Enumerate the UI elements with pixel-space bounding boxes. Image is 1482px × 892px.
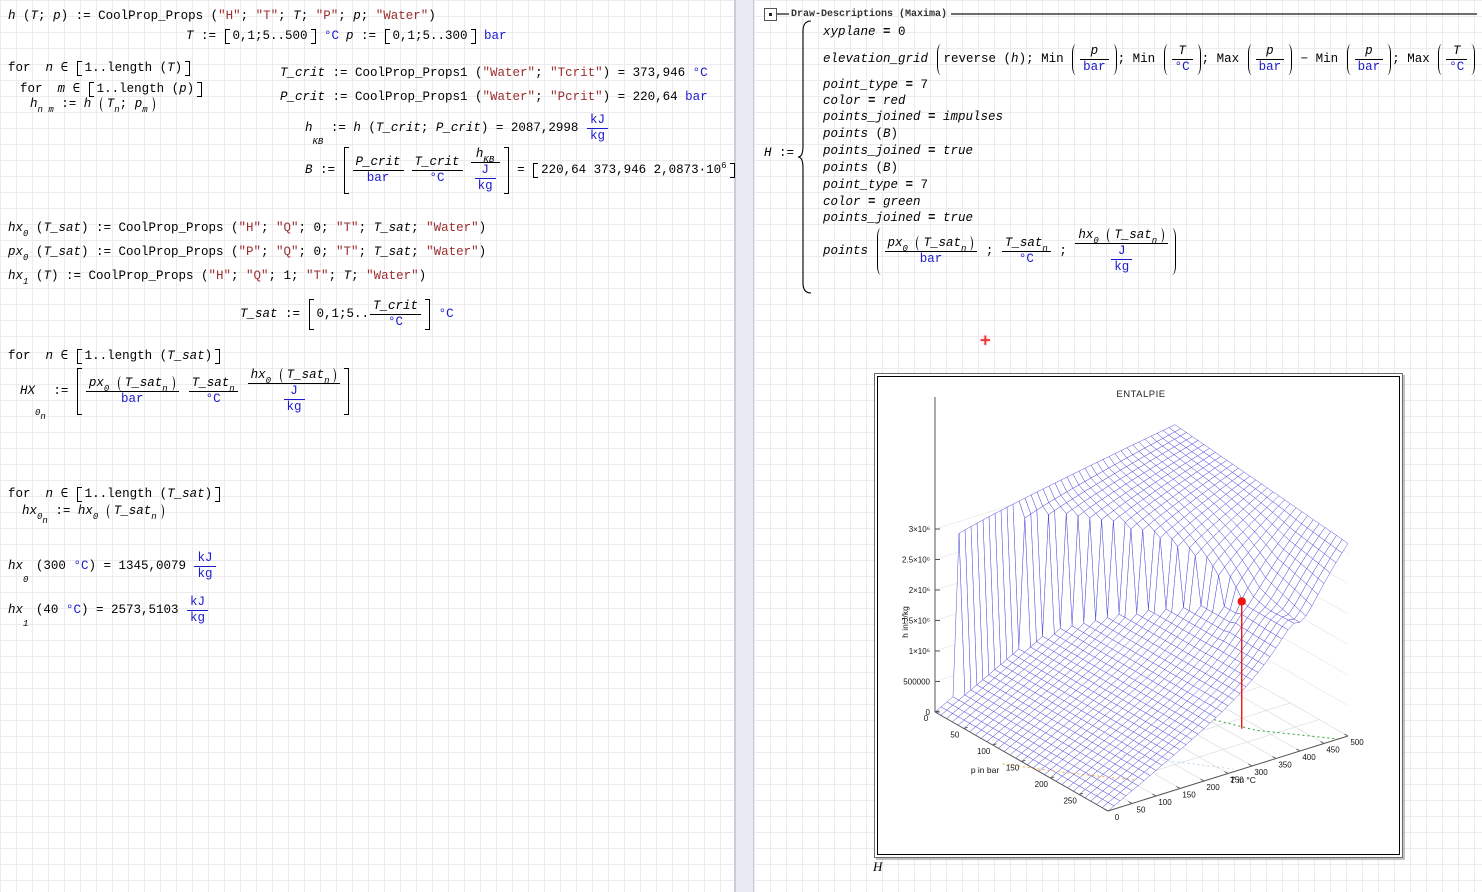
formula-hx0-vector[interactable]: hx0n := hx0 T_satn [22,504,165,519]
svg-text:3×10⁶: 3×10⁶ [909,525,930,534]
svg-text:0: 0 [1115,813,1120,822]
svg-text:350: 350 [1278,761,1292,770]
formula-hx1-definition[interactable]: hx1 (T) := CoolProp_Props ("H"; "Q"; 1; … [8,269,426,284]
svg-text:50: 50 [1137,806,1146,815]
area-rule-right [951,13,1477,15]
area-rule-left [777,13,789,15]
svg-text:450: 450 [1326,746,1340,755]
formula-for-n-loop-3[interactable]: for n ∈ 1..length (T_sat) [8,487,221,502]
maxima-elevation-grid[interactable]: elevation_grid reverse (h); Min pbar; Mi… [823,44,1482,75]
surface-plot-region[interactable]: 05000001×10⁶1.5×10⁶2×10⁶2.5×10⁶3×10⁶0501… [874,373,1403,858]
svg-text:h in J/kg: h in J/kg [900,606,910,638]
maxima-xyplane[interactable]: xyplane = 0 [823,25,906,40]
formula-HX0-matrix[interactable]: HX0n := px0 T_satnbarT_satn°Chx0 T_satnJ… [20,368,350,415]
svg-text:250: 250 [1063,797,1077,806]
formula-h-matrix-assign[interactable]: hn m := h Tn; pm [30,97,156,112]
formula-B-matrix[interactable]: B := P_critbarT_crit°ChKBJkg = 220,64 37… [305,147,736,194]
svg-text:150: 150 [1182,791,1196,800]
formula-px0-definition[interactable]: px0 (T_sat) := CoolProp_Props ("P"; "Q";… [8,245,486,260]
svg-text:300: 300 [1254,768,1268,777]
formula-for-m-loop[interactable]: for m ∈ 1..length (p) [20,82,203,97]
svg-text:0: 0 [924,714,929,723]
svg-text:200: 200 [1035,780,1049,789]
svg-text:T in °C: T in °C [1230,775,1256,785]
insertion-cursor[interactable]: + [979,331,992,349]
collapsible-area-header[interactable]: Draw-Descriptions (Maxima) [764,8,1477,20]
formula-p-range[interactable]: p := 0,1;5..300 bar [346,29,507,44]
maxima-point-type-1[interactable]: point_type = 7 [823,78,928,93]
enthalpy-3d-plot[interactable]: 05000001×10⁶1.5×10⁶2×10⁶2.5×10⁶3×10⁶0501… [878,377,1399,854]
worksheet-left-page: h (T; p) := CoolProp_Props ("H"; "T"; T;… [0,0,735,892]
svg-text:100: 100 [1158,798,1172,807]
svg-text:50: 50 [950,731,959,740]
svg-text:200: 200 [1206,783,1220,792]
svg-text:400: 400 [1302,753,1316,762]
maxima-points-B-2[interactable]: points (B) [823,161,898,176]
svg-text:100: 100 [977,747,991,756]
formula-P-crit[interactable]: P_crit := CoolProp_Props1 ("Water"; "Pcr… [280,90,708,105]
maxima-points-B-1[interactable]: points (B) [823,127,898,142]
area-collapse-icon[interactable] [764,8,777,21]
formula-H-assign[interactable]: H := [764,146,802,161]
worksheet-right-page: Draw-Descriptions (Maxima) H := xyplane … [753,0,1482,892]
formula-T-sat-range[interactable]: T_sat := 0,1;5..T_crit°C °C [240,299,454,330]
formula-for-n-loop-2[interactable]: for n ∈ 1..length (T_sat) [8,349,221,364]
formula-T-range[interactable]: T := 0,1;5..500 °C [186,29,339,44]
maxima-points-joined-impulses[interactable]: points_joined = impulses [823,110,1003,125]
curly-brace-icon [798,20,814,294]
page-divider [735,0,755,892]
formula-for-n-loop[interactable]: for n ∈ 1..length (T) [8,61,191,76]
maxima-points-joined-true-1[interactable]: points_joined = true [823,144,973,159]
svg-text:ENTALPIE: ENTALPIE [1116,389,1165,400]
svg-text:1×10⁶: 1×10⁶ [909,647,930,656]
svg-text:150: 150 [1006,764,1020,773]
svg-text:2.5×10⁶: 2.5×10⁶ [902,556,930,565]
maxima-point-type-2[interactable]: point_type = 7 [823,178,928,193]
svg-text:p in bar: p in bar [971,765,1000,775]
area-title: Draw-Descriptions (Maxima) [789,9,951,20]
maxima-points-joined-true-2[interactable]: points_joined = true [823,211,973,226]
svg-text:2×10⁶: 2×10⁶ [909,586,930,595]
formula-hx0-definition[interactable]: hx0 (T_sat) := CoolProp_Props ("H"; "Q";… [8,221,486,236]
maxima-color-red[interactable]: color = red [823,94,906,109]
formula-h-KB[interactable]: hKB := h (T_crit; P_crit) = 2087,2998 kJ… [305,113,609,144]
svg-text:500000: 500000 [903,678,930,687]
maxima-points-saturation[interactable]: points px0 T_satnbar ; T_satn°C ; hx0 T_… [823,228,1177,275]
maxima-color-green[interactable]: color = green [823,195,921,210]
formula-hx0-300C-result[interactable]: hx0 (300 °C) = 1345,0079 kJkg [8,551,217,582]
svg-text:500: 500 [1350,738,1364,747]
formula-T-crit[interactable]: T_crit := CoolProp_Props1 ("Water"; "Tcr… [280,66,708,81]
formula-h-definition[interactable]: h (T; p) := CoolProp_Props ("H"; "T"; T;… [8,9,436,24]
plot-variable-label: H [873,859,882,875]
formula-hx1-40C-result[interactable]: hx1 (40 °C) = 2573,5103 kJkg [8,595,209,626]
